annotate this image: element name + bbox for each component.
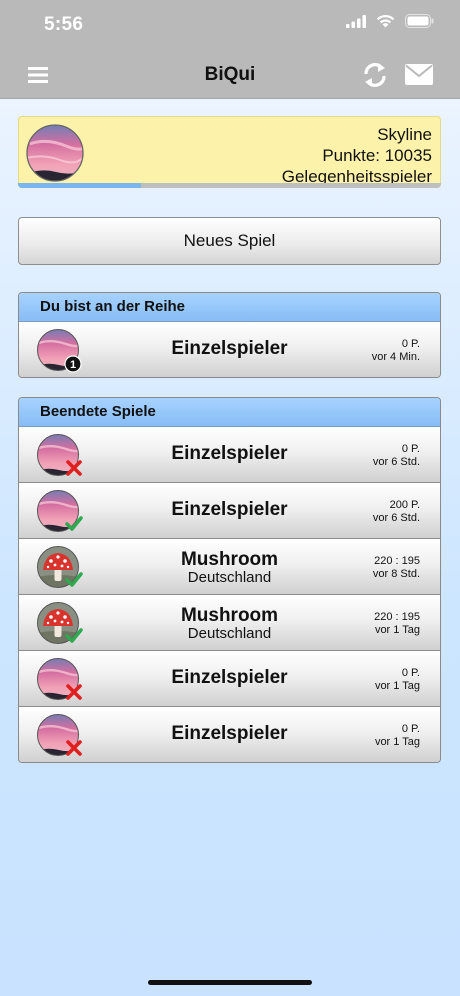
game-title: Mushroom [180, 605, 279, 626]
refresh-icon[interactable] [361, 60, 389, 90]
checkmark-icon [65, 628, 83, 643]
game-time: vor 6 Std. [372, 512, 420, 524]
game-time: vor 1 Tag [374, 680, 420, 692]
game-time: vor 1 Tag [374, 624, 420, 636]
game-time: vor 1 Tag [374, 736, 420, 748]
turn-count-badge: 1 [64, 355, 82, 373]
game-row[interactable]: Einzelspieler 0 P. vor 1 Tag [19, 650, 440, 706]
wifi-icon [376, 14, 395, 28]
your-turn-header: Du bist an der Reihe [19, 293, 440, 322]
cross-icon [66, 460, 82, 476]
status-icons [346, 14, 434, 28]
home-indicator [148, 980, 312, 985]
level-progress-bar [18, 183, 441, 188]
game-row[interactable]: Mushroom Deutschland 220 : 195 vor 8 Std. [19, 538, 440, 594]
checkmark-icon [65, 516, 83, 531]
game-title: Einzelspieler [171, 338, 288, 359]
game-score: 0 P. [401, 667, 420, 679]
level-progress-fill [18, 183, 141, 188]
cross-icon [66, 740, 82, 756]
game-row[interactable]: Einzelspieler 0 P. vor 1 Tag [19, 706, 440, 762]
game-score: 200 P. [389, 499, 420, 511]
game-row[interactable]: 1 Einzelspieler 0 P. vor 4 Min. [19, 322, 440, 377]
mail-icon[interactable] [405, 64, 433, 85]
game-title: Einzelspieler [171, 443, 288, 464]
profile-avatar [26, 124, 84, 182]
cross-icon [66, 684, 82, 700]
finished-games-header: Beendete Spiele [19, 398, 440, 427]
profile-name: Skyline [377, 125, 432, 144]
game-subtitle: Deutschland [187, 625, 272, 642]
checkmark-icon [65, 572, 83, 587]
game-score: 0 P. [401, 723, 420, 735]
game-row[interactable]: Einzelspieler 0 P. vor 6 Std. [19, 427, 440, 482]
game-title: Mushroom [180, 549, 279, 570]
game-score: 0 P. [401, 338, 420, 350]
new-game-button[interactable]: Neues Spiel [18, 217, 441, 265]
game-score: 220 : 195 [374, 611, 420, 623]
turn-count-badge-text: 1 [70, 359, 76, 371]
battery-icon [405, 14, 434, 28]
game-score: 0 P. [401, 443, 420, 455]
app-title: BiQui [204, 64, 256, 85]
game-title: Einzelspieler [171, 723, 288, 744]
game-time: vor 4 Min. [371, 351, 420, 363]
your-turn-section: Du bist an der Reihe 1 Einzelspieler 0 P. v… [18, 292, 441, 378]
profile-card[interactable]: Skyline Punkte: 10035 Gelegenheitsspiele… [18, 116, 441, 188]
game-time: vor 6 Std. [372, 456, 420, 468]
signal-icon [346, 14, 366, 28]
game-row[interactable]: Mushroom Deutschland 220 : 195 vor 1 Tag [19, 594, 440, 650]
navigation-bar: BiQui [0, 52, 460, 99]
profile-points: Punkte: 10035 [322, 146, 432, 165]
finished-games-section: Beendete Spiele Einzelspieler 0 P. vor 6 S… [18, 397, 441, 763]
status-time: 5:56 [44, 14, 84, 35]
game-score: 220 : 195 [374, 555, 420, 567]
profile-info: Skyline Punkte: 10035 Gelegenheitsspiele… [282, 124, 432, 187]
game-title: Einzelspieler [171, 667, 288, 688]
status-bar: 5:56 [0, 0, 460, 52]
game-time: vor 8 Std. [372, 568, 420, 580]
game-subtitle: Deutschland [187, 569, 272, 586]
game-title: Einzelspieler [171, 499, 288, 520]
game-row[interactable]: Einzelspieler 200 P. vor 6 Std. [19, 482, 440, 538]
